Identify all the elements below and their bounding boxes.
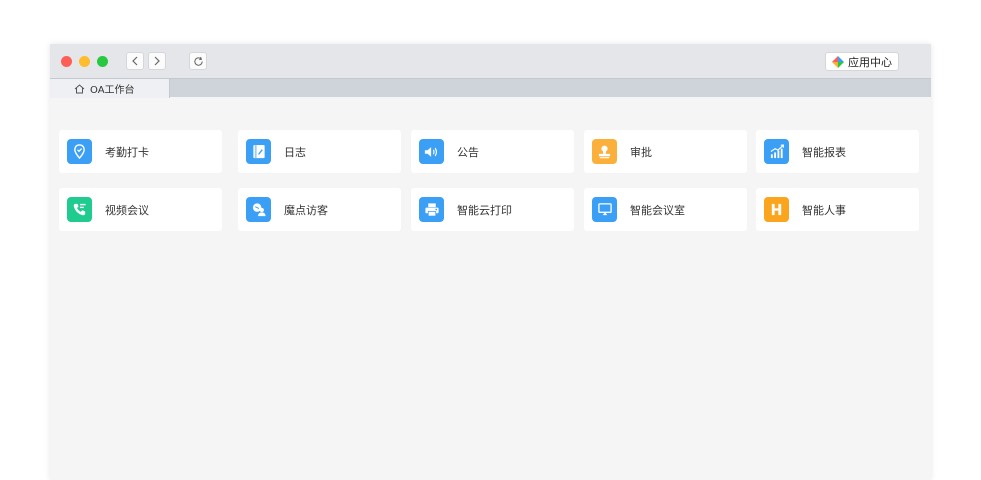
app-label: 智能报表 [802,145,846,159]
chevron-right-icon [154,56,160,66]
app-card-visitor[interactable]: 魔点访客 [238,188,401,231]
app-label: 视频会议 [105,203,149,217]
app-label: 智能人事 [802,203,846,217]
printer-icon [419,197,444,222]
chevron-left-icon [132,56,138,66]
app-card-attendance[interactable]: 考勤打卡 [59,130,222,173]
location-check-icon [67,139,92,164]
close-window-button[interactable] [61,56,72,67]
app-label: 智能会议室 [630,203,685,217]
app-card-cloud-print[interactable]: 智能云打印 [411,188,574,231]
app-label: 魔点访客 [284,203,328,217]
app-center-button[interactable]: 应用中心 [825,52,899,71]
app-card-meeting-room[interactable]: 智能会议室 [584,188,747,231]
video-call-icon [67,197,92,222]
browser-window: 应用中心 OA工作台 考勤打卡 日志 公告 审批 智能报表 视频会议 魔点访客 … [50,44,931,480]
forward-button[interactable] [148,52,166,70]
notebook-icon [246,139,271,164]
back-button[interactable] [126,52,144,70]
maximize-window-button[interactable] [97,56,108,67]
title-bar: 应用中心 [50,44,931,78]
screen-icon [592,197,617,222]
app-card-smart-report[interactable]: 智能报表 [756,130,919,173]
app-center-logo-icon [832,55,844,68]
app-card-video-meeting[interactable]: 视频会议 [59,188,222,231]
home-icon [74,83,85,93]
tab-oa-workbench[interactable]: OA工作台 [50,79,170,98]
reload-icon [193,56,203,66]
app-card-log[interactable]: 日志 [238,130,401,173]
app-grid: 考勤打卡 日志 公告 审批 智能报表 视频会议 魔点访客 智能云打印 智能会议室… [50,97,931,480]
stamp-icon [592,139,617,164]
minimize-window-button[interactable] [79,56,90,67]
app-center-label: 应用中心 [848,55,892,69]
app-card-smart-hr[interactable]: 智能人事 [756,188,919,231]
app-label: 日志 [284,145,306,159]
app-card-announcement[interactable]: 公告 [411,130,574,173]
app-label: 公告 [457,145,479,159]
tab-bar: OA工作台 [50,78,931,98]
app-card-approval[interactable]: 审批 [584,130,747,173]
app-label: 审批 [630,145,652,159]
app-label: 智能云打印 [457,203,512,217]
app-label: 考勤打卡 [105,145,149,159]
hr-icon [764,197,789,222]
visitor-icon [246,197,271,222]
chart-icon [764,139,789,164]
speaker-icon [419,139,444,164]
reload-button[interactable] [189,52,207,70]
tab-label: OA工作台 [90,85,135,96]
